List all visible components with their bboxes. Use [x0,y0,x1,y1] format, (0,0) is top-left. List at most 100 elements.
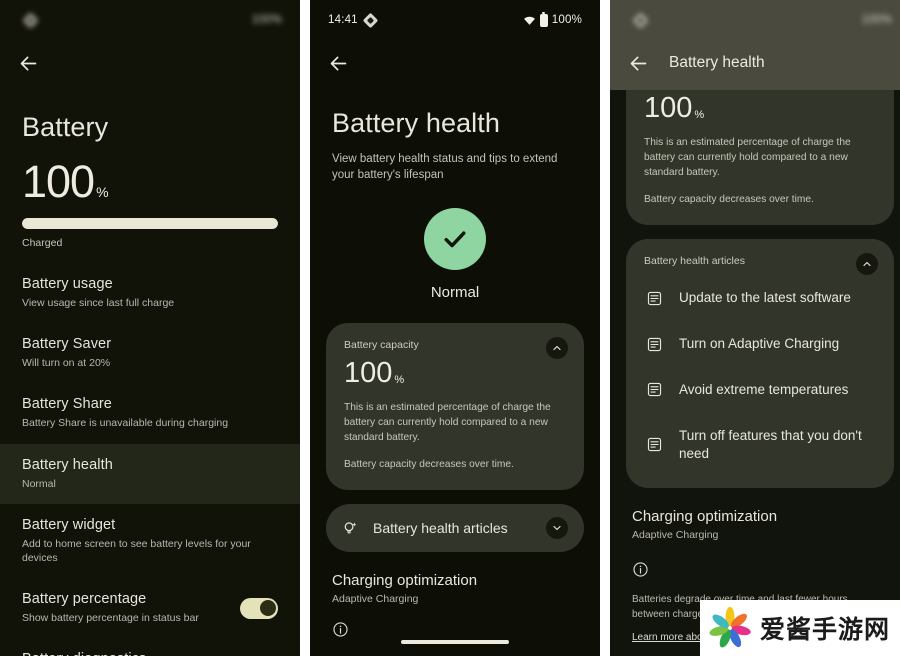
settings-row-texts: Battery Share Battery Share is unavailabl… [22,396,278,430]
phone-screen-battery-health: 14:41 100% Battery health View battery h… [310,0,600,656]
battery-percent-symbol: % [96,184,109,200]
nav-row-3: Battery health [610,40,900,86]
wifi-icon [523,16,535,25]
status-bar-2: 14:41 100% [310,0,600,40]
battery-percent-value: 100 [22,156,95,207]
battery-capacity-value: 100 [344,356,393,389]
status-bar-1: 100% [0,0,300,40]
settings-row-texts: Battery diagnostics [22,651,278,656]
charging-optimization-section-3[interactable]: Charging optimization Adaptive Charging [610,488,900,541]
charging-optimization-title-3: Charging optimization [632,508,778,526]
status-battery-text-3: 100% [861,14,892,26]
settings-row-subtitle: Normal [22,477,56,490]
settings-row-title: Battery usage [22,276,113,292]
article-item[interactable]: Turn on Adaptive Charging [644,321,876,367]
battery-capacity-description-3: This is an estimated percentage of charg… [644,137,851,179]
diamond-icon [632,12,649,28]
article-icon [647,383,662,397]
settings-row-battery-share[interactable]: Battery Share Battery Share is unavailabl… [0,383,300,443]
article-icon [647,337,662,351]
page-title-battery-health: Battery health [332,108,501,138]
charging-optimization-sub: Adaptive Charging [332,593,419,606]
settings-row-subtitle: Show battery percentage in status bar [22,612,199,625]
app-bar-3: 100% Battery health [610,0,900,90]
settings-row-battery-health[interactable]: Battery health Normal [0,443,300,504]
status-bar-3: 100% [610,0,900,40]
article-item[interactable]: Update to the latest software [644,275,876,321]
battery-health-articles-label: Battery health articles [373,520,508,537]
collapse-articles-button[interactable] [856,253,878,276]
screenshot-stage: 100% Battery 100 % Charged Battery usage… [0,0,900,656]
app-bar-title: Battery health [669,54,765,71]
chevron-up-icon [553,345,561,350]
article-label: Avoid extreme temperatures [679,382,849,397]
settings-row-texts: Battery Saver Will turn on at 20% [22,336,278,370]
status-time-2: 14:41 [328,14,358,26]
battery-progress-fill [22,218,278,229]
status-battery-text-2: 100% [551,14,582,26]
status-label: Normal [430,283,480,301]
settings-row-battery-saver[interactable]: Battery Saver Will turn on at 20% [0,323,300,383]
battery-capacity-value: 100 [644,92,693,124]
charging-optimization-title: Charging optimization [332,572,478,590]
battery-capacity-note: Battery capacity decreases over time. [344,458,514,470]
article-item[interactable]: Turn off features that you don't need [644,413,876,477]
battery-icon [539,11,548,27]
status-bar-left-3 [628,12,649,28]
settings-row-battery-diagnostics[interactable]: Battery diagnostics [0,638,300,656]
article-item[interactable]: Avoid extreme temperatures [644,367,876,413]
info-row-2[interactable] [310,605,600,638]
info-row-3[interactable] [610,541,900,578]
lightbulb-icon [344,521,357,533]
back-arrow-icon[interactable] [328,53,349,74]
battery-percentage-toggle[interactable] [240,597,278,619]
expand-articles-button[interactable] [546,517,568,540]
settings-row-battery-percentage[interactable]: Battery percentage Show battery percentag… [0,578,300,638]
battery-health-articles-label-3: Battery health articles [644,255,745,268]
info-icon[interactable] [632,561,649,578]
chevron-up-icon [863,262,871,267]
nav-row-1 [0,40,300,86]
battery-health-articles-card: Battery health articles Update to the la… [626,239,894,489]
status-bar-left-2: 14:41 [328,12,379,28]
charging-optimization-section-2[interactable]: Charging optimization Adaptive Charging [310,552,600,605]
status-bar-right-2: 100% [523,11,582,27]
status-bar-right-3: 100% [862,14,892,26]
settings-row-battery-widget[interactable]: Battery widget Add to home screen to see … [0,504,300,578]
phone-screen-battery-health-scrolled: 100 % This is an estimated percentage of… [610,0,900,656]
diamond-icon [362,12,379,28]
settings-row-subtitle: Will turn on at 20% [22,357,111,370]
phone-screen-battery-settings: 100% Battery 100 % Charged Battery usage… [0,0,300,656]
battery-capacity-label: Battery capacity [344,338,419,351]
back-arrow-icon[interactable] [628,53,649,74]
diamond-icon [22,12,39,28]
watermark: 爱酱手游网 [700,600,900,656]
article-label: Turn on Adaptive Charging [679,336,840,352]
back-arrow-icon[interactable] [18,53,39,74]
battery-capacity-symbol: % [394,373,405,386]
settings-row-battery-usage[interactable]: Battery usage View usage since last full … [0,263,300,323]
settings-row-title: Battery percentage [22,591,147,608]
chevron-down-icon [553,525,561,531]
battery-progress-bar [22,218,278,229]
settings-row-texts: Battery health Normal [22,457,278,491]
page-subtitle: View battery health status and tips to e… [332,153,558,182]
battery-health-articles-list: Update to the latest software Turn on Ada… [644,275,876,476]
battery-capacity-card[interactable]: Battery capacity 100 % This is an estima… [326,322,584,491]
page-title-battery: Battery [22,112,109,142]
settings-row-subtitle: View usage since last full charge [22,297,175,309]
article-label: Update to the latest software [679,290,851,306]
nav-row-2 [310,40,600,86]
info-icon[interactable] [332,621,349,638]
battery-percent-block: 100 % [0,143,300,204]
status-circle [424,207,486,270]
collapse-capacity-button[interactable] [546,336,568,359]
settings-row-title: Battery Saver [22,336,112,353]
article-label: Turn off features that you don't need [679,427,862,461]
battery-health-articles-row[interactable]: Battery health articles [326,504,584,553]
gesture-nav-pill[interactable] [401,640,509,644]
status-bar-left-1 [18,12,39,28]
watermark-text: 爱酱手游网 [760,616,891,644]
battery-charged-label: Charged [22,237,63,249]
article-icon [647,438,662,452]
